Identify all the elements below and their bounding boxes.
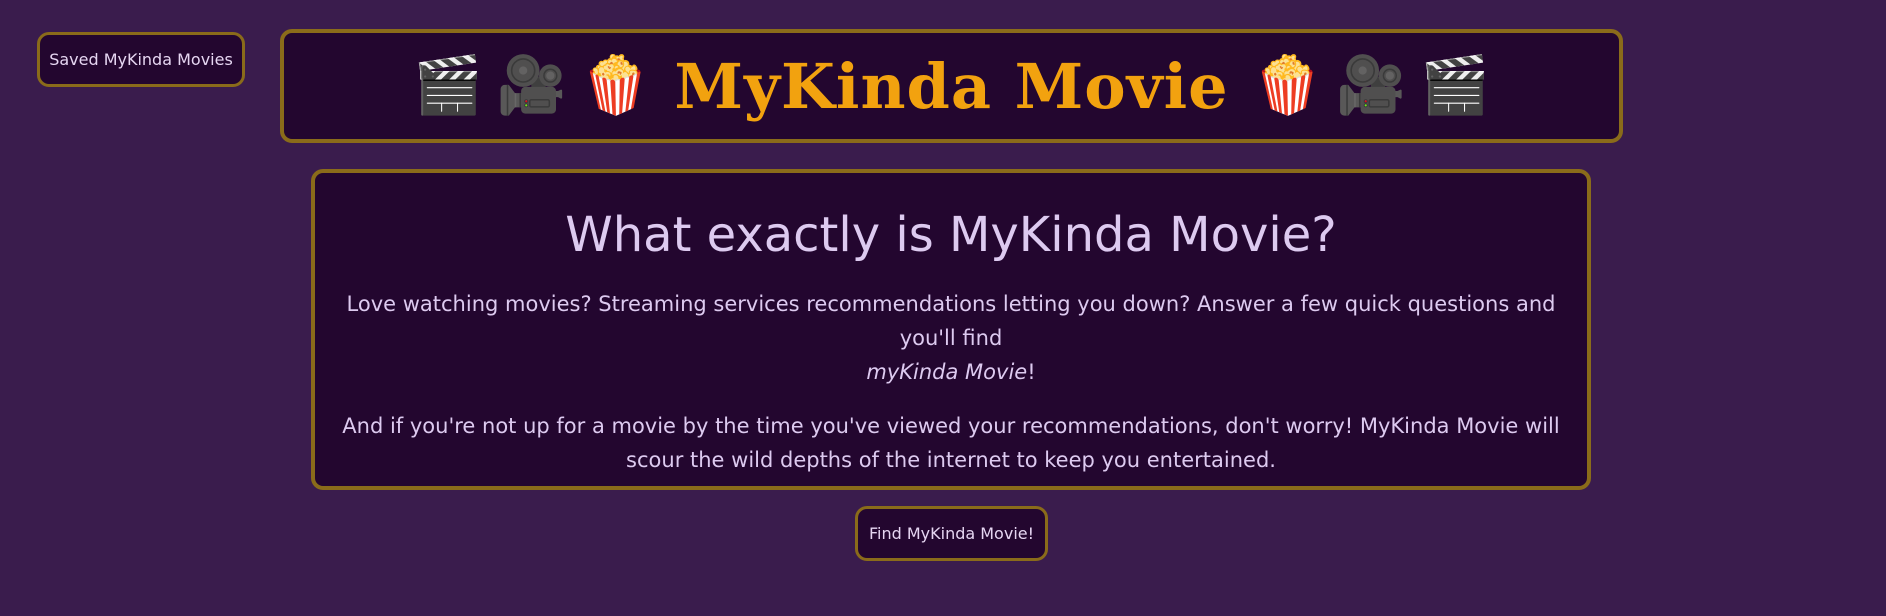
info-panel: What exactly is MyKinda Movie? Love watc… (311, 169, 1591, 490)
clapper-board-icon: 🎬 (1420, 53, 1490, 118)
find-movie-button[interactable]: Find MyKinda Movie! (855, 506, 1048, 561)
header-banner: 🎬 🎥 🍿 MyKinda Movie 🍿 🎥 🎬 (280, 29, 1623, 143)
info-heading: What exactly is MyKinda Movie? (565, 207, 1337, 263)
clapper-board-icon: 🎬 (413, 53, 483, 118)
popcorn-icon: 🍿 (580, 53, 651, 118)
info-paragraph-1: Love watching movies? Streaming services… (341, 287, 1561, 389)
info-p1-text: Love watching movies? Streaming services… (346, 292, 1556, 350)
popcorn-icon: 🍿 (1252, 53, 1323, 118)
info-p1-end: ! (1027, 360, 1036, 384)
movie-camera-icon: 🎥 (496, 53, 567, 118)
movie-camera-icon: 🎥 (1336, 53, 1407, 118)
info-paragraph-2: And if you're not up for a movie by the … (342, 414, 1560, 472)
info-p1-emphasis: myKinda Movie (866, 360, 1028, 384)
saved-movies-button[interactable]: Saved MyKinda Movies (37, 32, 245, 87)
site-title: MyKinda Movie (674, 49, 1229, 123)
